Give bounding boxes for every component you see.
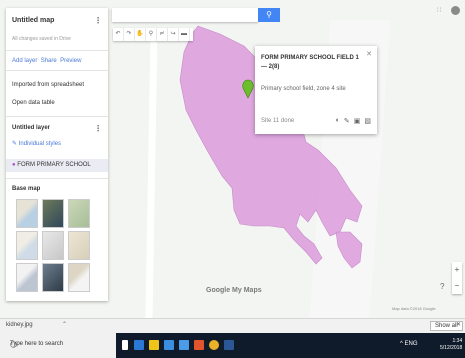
clock-date: 5/12/2018: [440, 345, 463, 351]
layer-style-label: Individual styles: [18, 141, 62, 147]
edit-icon[interactable]: ✎: [344, 117, 350, 125]
style-icon: ✎: [12, 141, 18, 147]
share-link[interactable]: Share: [41, 58, 57, 64]
panel-actions: Add layer Share Preview: [12, 58, 81, 64]
search-button[interactable]: ⚲: [258, 8, 280, 22]
zoom-out-button[interactable]: −: [452, 278, 462, 294]
close-icon[interactable]: ✕: [456, 321, 461, 328]
base-map-grid: [16, 199, 90, 292]
mail-icon[interactable]: [179, 340, 189, 350]
basemap-light-landmass[interactable]: [16, 263, 38, 292]
directions-icon[interactable]: ↪: [168, 28, 179, 41]
search-input[interactable]: [112, 8, 258, 22]
base-map-label[interactable]: Base map: [12, 186, 40, 192]
more-options-icon[interactable]: ⋮: [94, 16, 102, 25]
field-polygon-lobe[interactable]: [335, 231, 363, 269]
divider: [6, 70, 108, 71]
close-icon[interactable]: ✕: [366, 50, 372, 58]
map-toolbar: ↶ ↷ ✋ ⚲ ≓ ↪ ▬: [113, 28, 193, 41]
divider: [6, 116, 108, 117]
save-status: All changes saved in Drive: [12, 36, 71, 42]
redo-icon[interactable]: ↷: [124, 28, 135, 41]
paint-icon[interactable]: ◐: [336, 117, 340, 125]
apps-grid-icon[interactable]: ∷: [437, 6, 441, 14]
task-view-icon[interactable]: [122, 340, 128, 350]
search-icon: ⚲: [266, 10, 272, 19]
preview-link[interactable]: Preview: [60, 58, 81, 64]
chevron-up-icon[interactable]: ⌃: [62, 321, 67, 328]
layer-item-label: FORM PRIMARY SCHOOL: [17, 162, 91, 168]
office-icon[interactable]: [194, 340, 204, 350]
store-icon[interactable]: [164, 340, 174, 350]
layer-item[interactable]: ● FORM PRIMARY SCHOOL: [12, 162, 91, 168]
word-icon[interactable]: [224, 340, 234, 350]
basemap-light-political[interactable]: [16, 231, 38, 260]
system-tray[interactable]: ^ ENG: [400, 341, 417, 347]
map-title[interactable]: Untitled map: [12, 17, 54, 24]
map-panel: Untitled map ⋮ All changes saved in Driv…: [6, 8, 108, 301]
photo-icon[interactable]: ▣: [354, 117, 361, 125]
download-bar: kidney.jpg ⌃ Show all ✕: [0, 318, 465, 333]
basemap-whitewater[interactable]: [68, 263, 90, 292]
layer-title[interactable]: Untitled layer: [12, 125, 50, 131]
clock[interactable]: 1:34 5/12/2018: [440, 338, 462, 352]
hand-icon[interactable]: ✋: [135, 28, 146, 41]
infowindow-tail: [52, 133, 64, 140]
marker-icon: ●: [12, 162, 16, 168]
taskbar-search-label: Type here to search: [10, 341, 64, 347]
help-icon[interactable]: ?: [440, 282, 444, 291]
draw-line-icon[interactable]: ≓: [157, 28, 168, 41]
marker-icon[interactable]: ⚲: [146, 28, 157, 41]
layer-style-link[interactable]: ✎ Individual styles: [12, 140, 61, 147]
basemap-terrain[interactable]: [68, 199, 90, 228]
undo-icon[interactable]: ↶: [113, 28, 124, 41]
map-attribution: Map data ©2018 Google: [392, 306, 436, 311]
taskbar: ◯ Type here to search ^ ENG 1:34 5/12/20…: [0, 333, 465, 358]
feature-infowindow: FORM PRIMARY SCHOOL FIELD 1 — 2(8) ✕ Pri…: [255, 46, 377, 134]
zoom-control: + −: [452, 262, 462, 294]
edge-icon[interactable]: [134, 340, 144, 350]
clock-time: 1:34: [452, 338, 463, 344]
imported-label: Imported from spreadsheet: [12, 82, 85, 88]
basemap-satellite[interactable]: [42, 199, 64, 228]
feature-description: Primary school field, zone 4 site: [261, 86, 346, 92]
avatar[interactable]: [451, 6, 460, 15]
feature-actions: ◐ ✎ ▣ ▧: [336, 117, 371, 125]
divider: [6, 50, 108, 51]
file-explorer-icon[interactable]: [149, 340, 159, 350]
basemap-dark-landmass[interactable]: [42, 263, 64, 292]
basemap-mono-city[interactable]: [42, 231, 64, 260]
basemap-simple-atlas[interactable]: [68, 231, 90, 260]
basemap-map[interactable]: [16, 199, 38, 228]
delete-icon[interactable]: ▧: [364, 117, 371, 125]
zoom-in-button[interactable]: +: [452, 262, 462, 278]
add-layer-link[interactable]: Add layer: [12, 58, 37, 64]
layer-options-icon[interactable]: ⋮: [94, 124, 102, 133]
open-table-link[interactable]: Open data table: [12, 100, 55, 106]
taskbar-search[interactable]: ◯ Type here to search: [0, 333, 116, 358]
chrome-icon[interactable]: [209, 340, 219, 350]
download-item[interactable]: kidney.jpg: [6, 322, 33, 328]
feature-title: FORM PRIMARY SCHOOL FIELD 1 — 2(8): [261, 55, 359, 70]
divider: [6, 178, 108, 179]
feature-footer: Site 11 done: [261, 118, 295, 124]
google-logo: Google My Maps: [206, 287, 262, 294]
ruler-icon[interactable]: ▬: [179, 28, 190, 41]
